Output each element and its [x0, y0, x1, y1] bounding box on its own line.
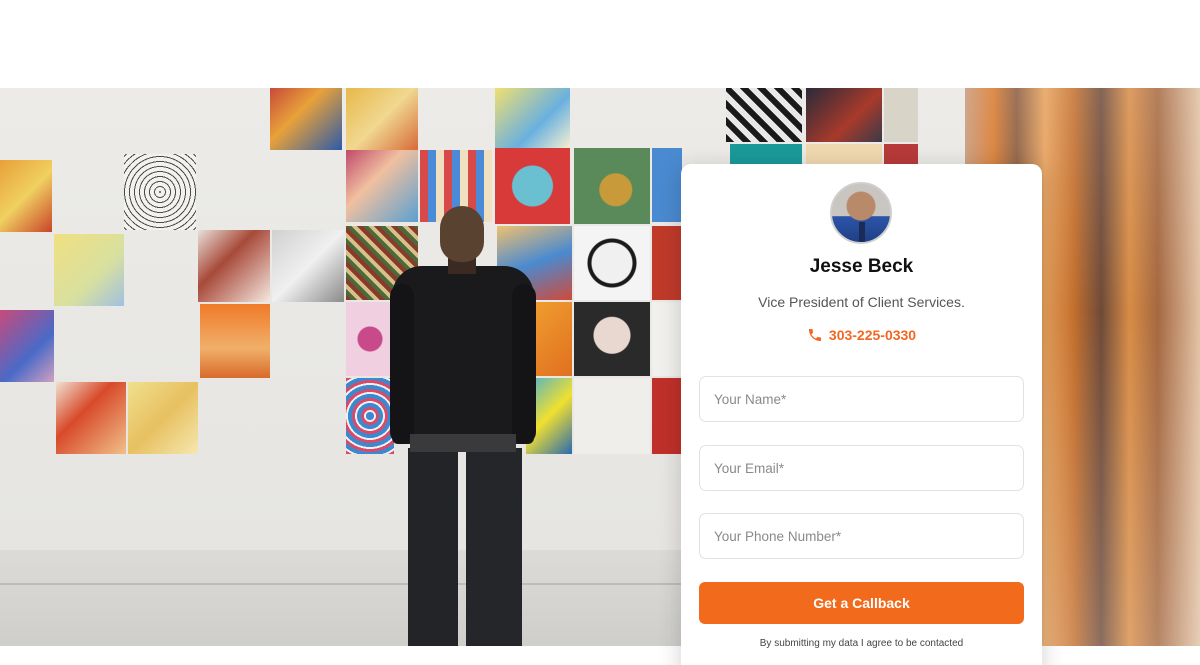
phone-number-field[interactable] [699, 513, 1024, 559]
top-header-bar [0, 0, 1200, 88]
person-leg [408, 448, 458, 646]
contact-phone-link[interactable]: 303-225-0330 [681, 327, 1042, 343]
contact-title: Vice President of Client Services. [758, 294, 965, 310]
avatar-tie [859, 222, 865, 242]
person-arm [512, 284, 536, 444]
avatar [830, 182, 892, 244]
contact-name: Jesse Beck [809, 256, 914, 277]
person-arm [390, 284, 414, 444]
contact-phone[interactable]: 303-225-0330 [829, 327, 916, 343]
person-shirt-hem [410, 434, 516, 452]
email-field[interactable] [699, 445, 1024, 491]
person-head [440, 206, 484, 262]
name-field[interactable] [699, 376, 1024, 422]
callback-card: Jesse Beck Vice President of Client Serv… [681, 164, 1042, 665]
phone-icon [808, 329, 821, 341]
consent-text: By submitting my data I agree to be cont… [759, 638, 964, 649]
get-callback-button[interactable]: Get a Callback [699, 582, 1024, 624]
person-leg [466, 448, 522, 646]
